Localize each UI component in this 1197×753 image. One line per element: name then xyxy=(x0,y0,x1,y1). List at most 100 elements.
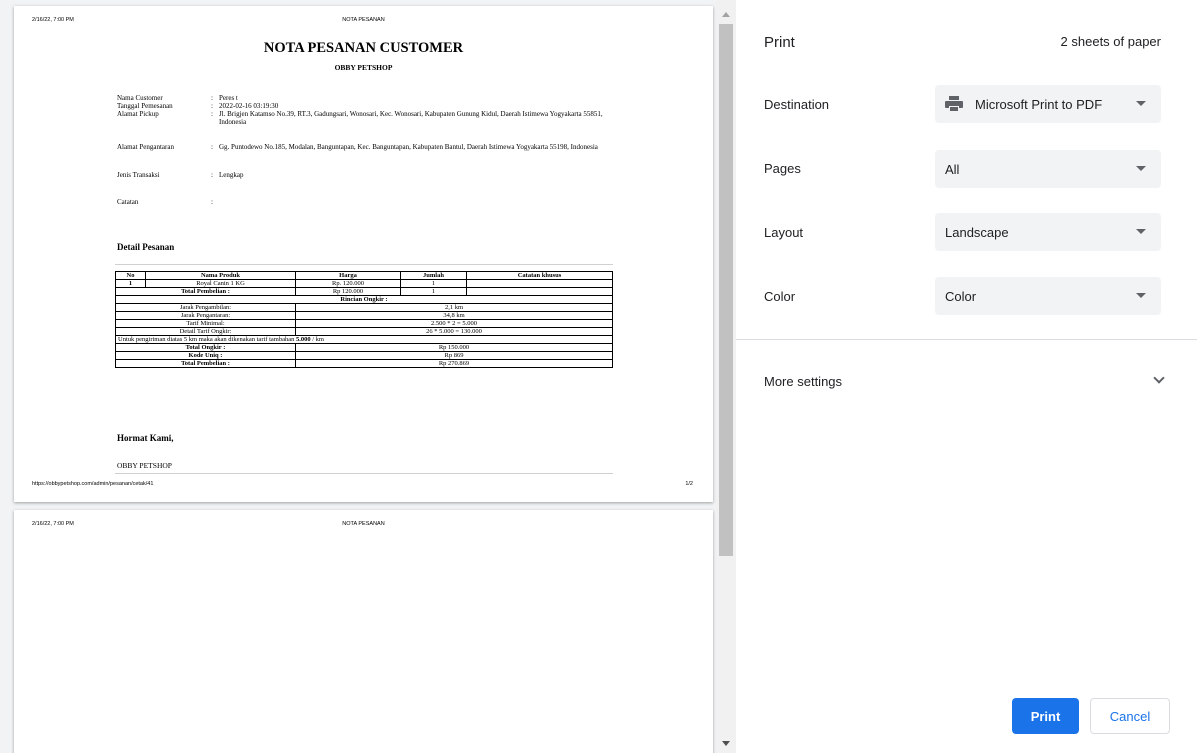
preview-scrollbar[interactable] xyxy=(716,0,736,753)
cell-empty xyxy=(466,287,613,296)
table-row-summary: Kode Uniq : Rp 869 xyxy=(115,351,613,360)
cell-qty: 1 xyxy=(400,279,467,288)
table-row-ongkir: Tarif Minimal: 2.500 * 2 = 5.000 xyxy=(115,319,613,328)
panel-title: Print xyxy=(764,34,795,51)
table-row-ongkir: Jarak Pengambilan: 2,1 km xyxy=(115,303,613,312)
color-label: Color xyxy=(764,289,796,304)
scrollbar-thumb[interactable] xyxy=(719,24,733,556)
col-header: Harga xyxy=(295,271,401,280)
order-table: No Nama Produk Harga Jumlah Catatan khus… xyxy=(115,271,613,368)
cell-price: Rp. 120.000 xyxy=(295,279,401,288)
dropdown-arrow-icon xyxy=(1136,101,1146,106)
cell-value: Rp 270.869 xyxy=(295,359,613,368)
table-row-note: Untuk pengiriman diatas 5 km maka akan d… xyxy=(115,335,613,344)
info-colon: : xyxy=(211,94,213,102)
cell-rincian: Rincian Ongkir : xyxy=(115,295,613,304)
col-header: Nama Produk xyxy=(145,271,296,280)
print-settings-panel: Print 2 sheets of paper Destination Micr… xyxy=(736,0,1197,753)
table-row-summary: Total Ongkir : Rp 150.000 xyxy=(115,343,613,352)
destination-value: Microsoft Print to PDF xyxy=(975,96,1103,112)
table-row: 1 Royal Canin 1 KG Rp. 120.000 1 xyxy=(115,279,613,288)
document-subtitle: OBBY PETSHOP xyxy=(334,63,393,72)
note-bold: 5.000 xyxy=(295,336,311,343)
destination-select[interactable]: Microsoft Print to PDF xyxy=(935,85,1161,123)
table-row-summary: Total Pembelian : Rp 270.869 xyxy=(115,359,613,368)
cell-label: Kode Uniq : xyxy=(115,351,296,360)
color-value: Color xyxy=(945,288,977,304)
destination-label: Destination xyxy=(764,97,830,112)
info-value: Peres t xyxy=(219,94,238,102)
cell-note xyxy=(466,279,613,288)
cell-value: 26 * 5.000 = 130.000 xyxy=(295,327,613,336)
color-select[interactable]: Color xyxy=(935,277,1161,315)
cell-label: Tarif Minimal: xyxy=(115,319,296,328)
more-settings-toggle[interactable]: More settings xyxy=(764,374,842,389)
page-header-title: NOTA PESANAN xyxy=(342,17,385,23)
info-label: Alamat Pengantaran xyxy=(117,143,174,151)
divider xyxy=(115,473,613,474)
table-row-total: Total Pembelian : Rp 120.000 1 xyxy=(115,287,613,296)
preview-page-2: 2/16/22, 7:00 PM NOTA PESANAN xyxy=(14,510,713,753)
print-button[interactable]: Print xyxy=(1012,698,1079,734)
dropdown-arrow-icon xyxy=(1136,229,1146,234)
cell-label: Jarak Pengambilan: xyxy=(115,303,296,312)
col-header: Catatan khusus xyxy=(466,271,613,280)
scroll-up-arrow-icon[interactable] xyxy=(716,8,736,20)
table-row-ongkir: Jarak Pengantaran: 34,8 km xyxy=(115,311,613,320)
info-colon: : xyxy=(211,171,213,179)
info-value: Lengkap xyxy=(219,171,244,179)
cell-value: Rp 150.000 xyxy=(295,343,613,352)
table-header-row: No Nama Produk Harga Jumlah Catatan khus… xyxy=(115,271,613,280)
sheet-count: 2 sheets of paper xyxy=(1060,34,1161,49)
page-header-title: NOTA PESANAN xyxy=(342,521,385,527)
scroll-down-arrow-icon[interactable] xyxy=(716,737,736,749)
info-value: 2022-02-16 03:19:30 xyxy=(219,102,279,110)
closing-text: Hormat Kami, xyxy=(117,433,174,443)
cell-surcharge-note: Untuk pengiriman diatas 5 km maka akan d… xyxy=(115,335,613,344)
info-value: Jl. Brigjen Katamso No.39, RT.3, Gadungs… xyxy=(219,110,603,126)
cell-label: Total Pembelian : xyxy=(115,359,296,368)
info-label: Tanggal Pemesanan xyxy=(117,102,173,110)
cell-label: Detail Tarif Ongkir: xyxy=(115,327,296,336)
layout-value: Landscape xyxy=(945,224,1009,240)
col-header: No xyxy=(115,271,146,280)
dropdown-arrow-icon xyxy=(1136,166,1146,171)
pages-value: All xyxy=(945,161,960,177)
cell-value: 2,1 km xyxy=(295,303,613,312)
chevron-down-icon[interactable] xyxy=(1153,372,1165,384)
cell-label: Jarak Pengantaran: xyxy=(115,311,296,320)
note-suffix: / km xyxy=(310,336,324,343)
info-colon: : xyxy=(211,102,213,110)
info-label: Jenis Transaksi xyxy=(117,171,160,179)
document-title: NOTA PESANAN CUSTOMER xyxy=(263,40,464,56)
note-prefix: Untuk pengiriman diatas 5 km maka akan d… xyxy=(118,336,296,343)
page-footer-number: 1/2 xyxy=(685,481,693,487)
pages-label: Pages xyxy=(764,161,801,176)
info-value: Gg. Puntodewo No.185, Modalan, Banguntap… xyxy=(219,143,598,151)
cell-total-qty: 1 xyxy=(400,287,467,296)
divider xyxy=(115,264,613,265)
layout-label: Layout xyxy=(764,225,804,240)
section-title: Detail Pesanan xyxy=(117,242,175,252)
table-row-rincian: Rincian Ongkir : xyxy=(115,295,613,304)
layout-select[interactable]: Landscape xyxy=(935,213,1161,251)
info-label: Nama Customer xyxy=(117,94,163,102)
info-colon: : xyxy=(211,198,213,206)
table-row-ongkir: Detail Tarif Ongkir: 26 * 5.000 = 130.00… xyxy=(115,327,613,336)
cell-no: 1 xyxy=(115,279,146,288)
cell-value: 34,8 km xyxy=(295,311,613,320)
cell-product: Royal Canin 1 KG xyxy=(145,279,296,288)
print-preview-area: 2/16/22, 7:00 PM NOTA PESANAN NOTA PESAN… xyxy=(0,0,736,753)
cell-value: Rp 869 xyxy=(295,351,613,360)
cell-label: Total Ongkir : xyxy=(115,343,296,352)
info-label: Catatan xyxy=(117,198,139,206)
cancel-button[interactable]: Cancel xyxy=(1090,698,1170,734)
pages-select[interactable]: All xyxy=(935,150,1161,188)
signature-text: OBBY PETSHOP xyxy=(117,461,172,470)
dropdown-arrow-icon xyxy=(1136,293,1146,298)
printer-icon xyxy=(945,96,963,112)
col-header: Jumlah xyxy=(400,271,467,280)
preview-page-1: 2/16/22, 7:00 PM NOTA PESANAN NOTA PESAN… xyxy=(14,6,713,502)
info-label: Alamat Pickup xyxy=(117,110,159,118)
panel-divider xyxy=(736,339,1197,340)
